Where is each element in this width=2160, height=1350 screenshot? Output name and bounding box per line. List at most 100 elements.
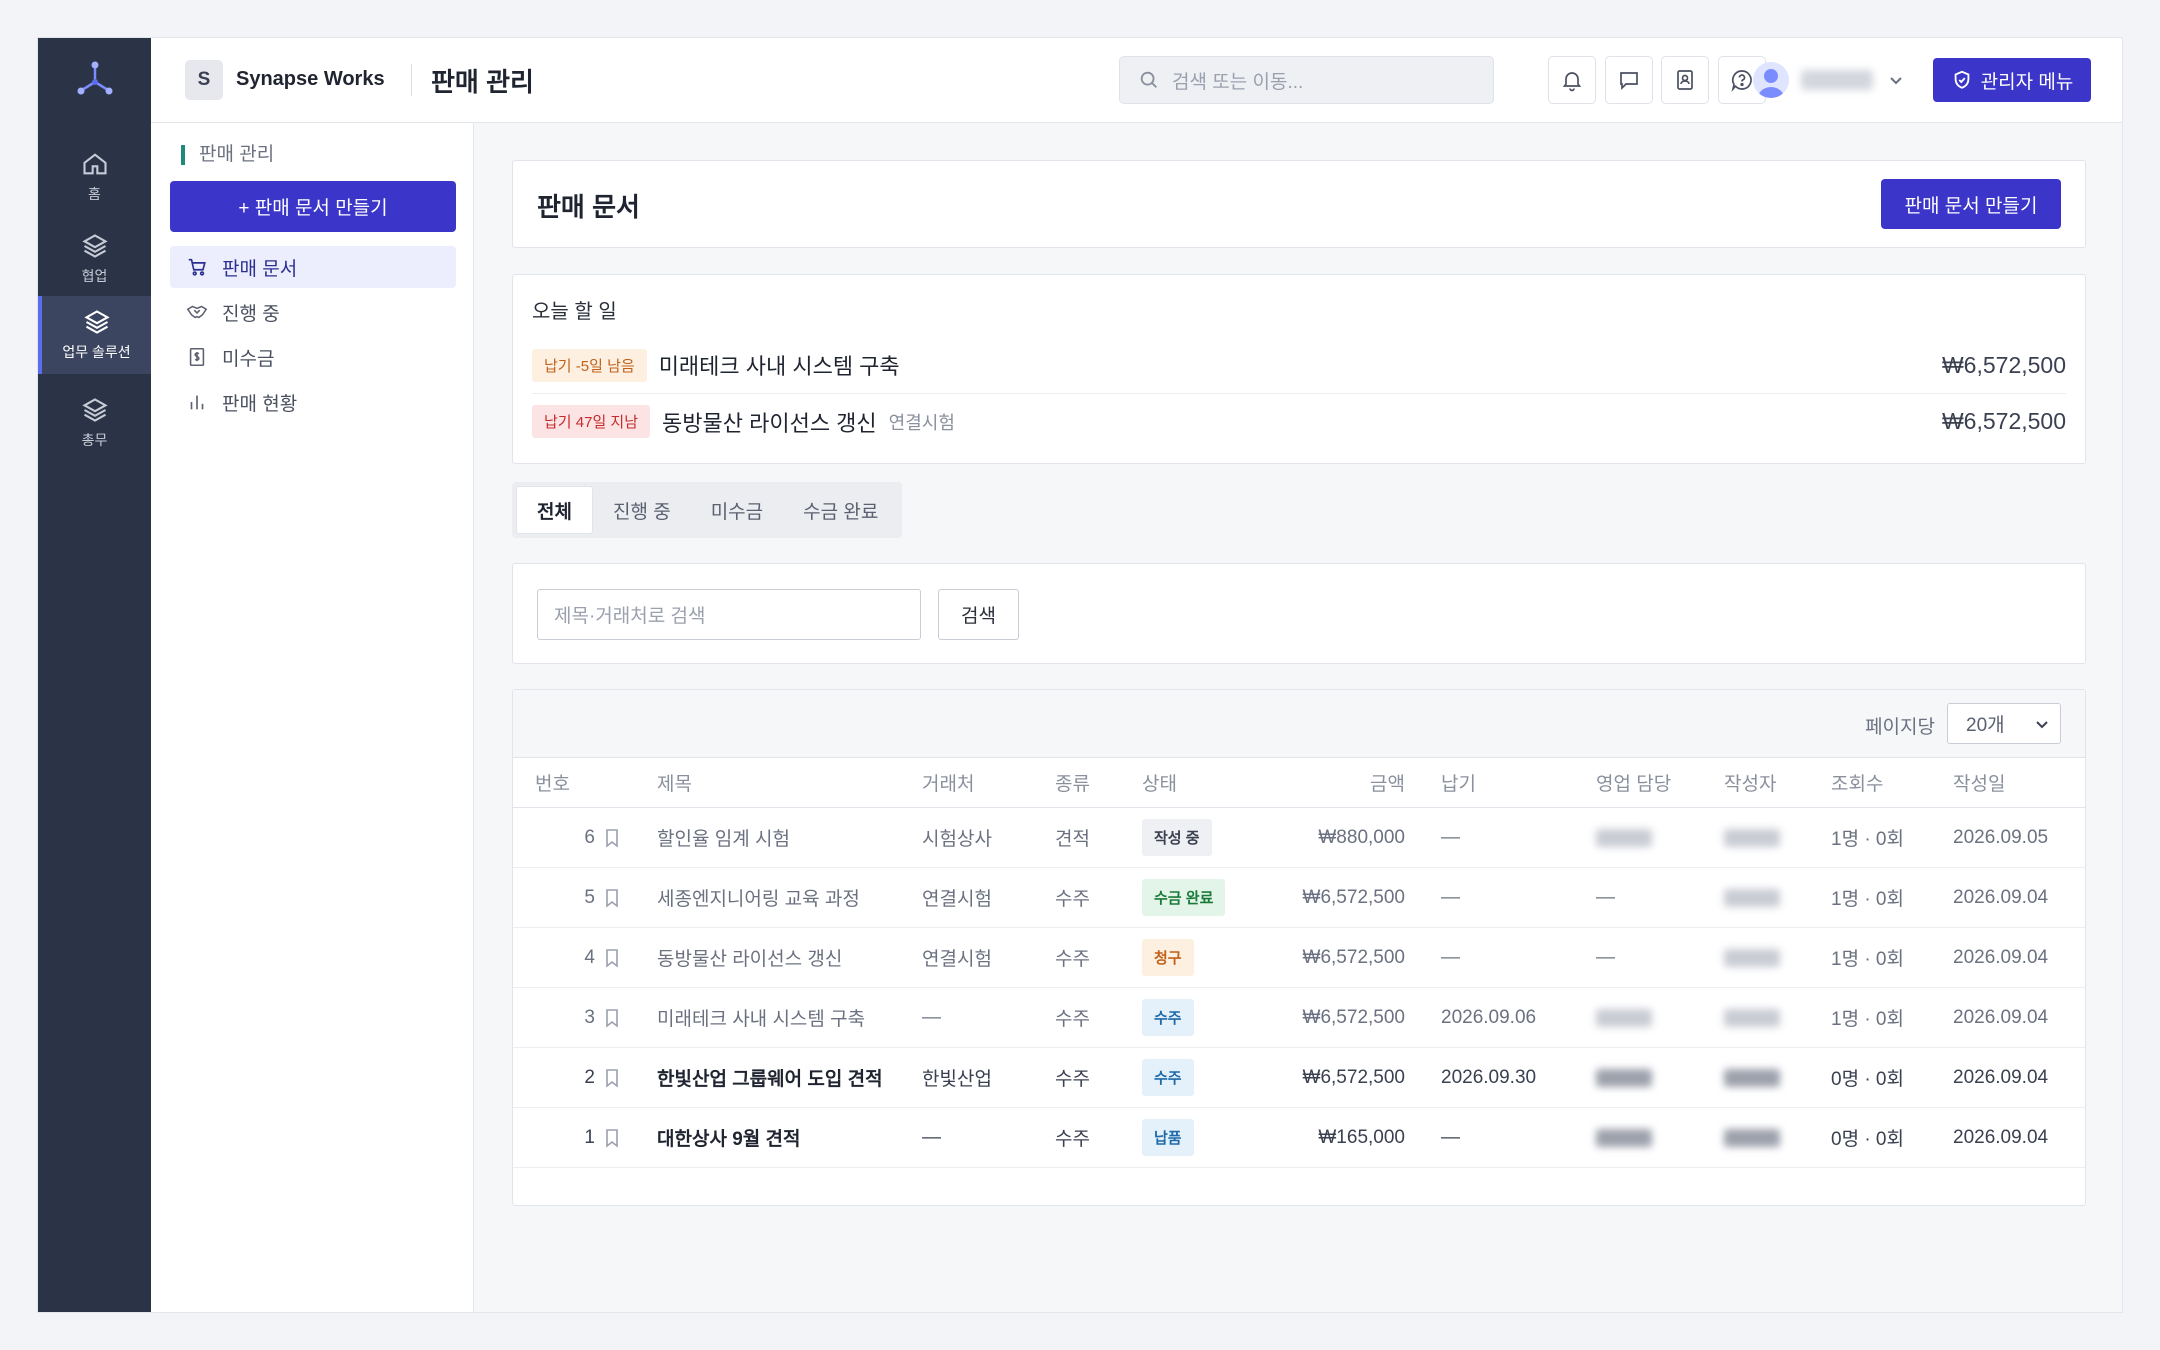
search-input[interactable]: 제목·거래처로 검색 bbox=[537, 589, 921, 640]
col-header-amount[interactable]: 금액 bbox=[1370, 758, 1405, 807]
rail-item-collab[interactable]: 협업 bbox=[38, 220, 151, 298]
col-header-no[interactable]: 번호 bbox=[535, 758, 570, 807]
bookmark-button[interactable] bbox=[603, 1048, 621, 1107]
cell-status: 수금 완료 bbox=[1142, 868, 1226, 927]
cell-due: 2026.09.30 bbox=[1441, 1066, 1537, 1088]
redacted-name bbox=[1724, 1068, 1780, 1087]
sidebar-item-label: 판매 현황 bbox=[222, 393, 298, 415]
user-avatar[interactable] bbox=[1753, 62, 1789, 98]
cell-title[interactable]: 미래테크 사내 시스템 구축 bbox=[657, 988, 865, 1047]
cell-amount: ₩165,000 bbox=[1318, 1126, 1405, 1148]
cell-sales-rep bbox=[1596, 988, 1652, 1047]
bookmark-icon bbox=[606, 828, 618, 848]
cell-client: — bbox=[922, 1126, 941, 1148]
cell-due: — bbox=[1441, 1126, 1460, 1148]
col-header-kind[interactable]: 종류 bbox=[1055, 758, 1090, 807]
tab-all[interactable]: 전체 bbox=[516, 486, 593, 534]
search-button[interactable]: 검색 bbox=[938, 589, 1019, 640]
search-card: 제목·거래처로 검색 검색 bbox=[512, 563, 2086, 664]
cell-views: 1명 · 0회 bbox=[1831, 829, 1904, 850]
per-page-select[interactable]: 20개 bbox=[1947, 703, 2061, 744]
sidebar-item-label: 판매 문서 bbox=[222, 258, 298, 280]
bookmark-icon bbox=[606, 1128, 618, 1148]
divider bbox=[411, 64, 412, 96]
sidebar-item-receivables[interactable]: 미수금 bbox=[170, 336, 456, 378]
chat-icon bbox=[1620, 72, 1638, 91]
cell-author bbox=[1724, 1048, 1780, 1107]
col-header-sales-rep[interactable]: 영업 담당 bbox=[1596, 758, 1671, 807]
col-header-title[interactable]: 제목 bbox=[657, 758, 692, 807]
status-badge: 납품 bbox=[1142, 1119, 1194, 1156]
sidebar-item-sales-status[interactable]: 판매 현황 bbox=[170, 381, 456, 423]
cell-views: 1명 · 0회 bbox=[1831, 949, 1904, 970]
user-icon bbox=[1758, 69, 1784, 98]
layers-icon bbox=[81, 234, 108, 258]
col-header-date[interactable]: 작성일 bbox=[1953, 758, 2005, 807]
col-header-author[interactable]: 작성자 bbox=[1724, 758, 1776, 807]
col-header-views[interactable]: 조회수 bbox=[1831, 758, 1883, 807]
global-search-input[interactable]: 검색 또는 이동... bbox=[1119, 56, 1494, 104]
cell-title[interactable]: 대한상사 9월 견적 bbox=[657, 1108, 801, 1167]
cell-views: 0명 · 0회 bbox=[1831, 1069, 1904, 1090]
col-header-status[interactable]: 상태 bbox=[1142, 758, 1177, 807]
tab-receivables[interactable]: 미수금 bbox=[691, 486, 783, 534]
messages-button[interactable] bbox=[1605, 56, 1653, 104]
bookmark-button[interactable] bbox=[603, 1108, 621, 1167]
section-sidebar: 판매 관리 + 판매 문서 만들기 판매 문서 진행 중 미수금 판매 현황 bbox=[151, 123, 474, 1312]
create-sales-doc-button[interactable]: 판매 문서 만들기 bbox=[1881, 179, 2061, 229]
table-row[interactable]: 5 세종엔지니어링 교육 과정 연결시험 수주 수금 완료 ₩6,572,500 — — 1명 … bbox=[513, 868, 2085, 928]
notifications-button[interactable] bbox=[1548, 56, 1596, 104]
today-task-item[interactable]: 납기 -5일 남음 미래테크 사내 시스템 구축 ₩6,572,500 bbox=[532, 337, 2066, 393]
table-toolbar: 페이지당 20개 bbox=[513, 690, 2085, 758]
rail-item-home[interactable]: 홈 bbox=[38, 138, 151, 216]
bookmark-button[interactable] bbox=[603, 988, 621, 1047]
due-badge: 납기 -5일 남음 bbox=[532, 348, 647, 382]
today-task-item[interactable]: 납기 47일 지남 동방물산 라이선스 갱신 연결시험 ₩6,572,500 bbox=[532, 393, 2066, 449]
sidebar-item-sales-docs[interactable]: 판매 문서 bbox=[170, 246, 456, 288]
cell-sales-rep bbox=[1596, 1108, 1652, 1167]
chevron-down-icon[interactable] bbox=[1886, 70, 1906, 90]
rail-item-business[interactable]: 업무 솔루션 bbox=[38, 296, 151, 374]
per-page-label: 페이지당 bbox=[1865, 717, 1935, 738]
table-row[interactable]: 1 대한상사 9월 견적 — 수주 납품 ₩165,000 — 0명 · 0회 2026.09.… bbox=[513, 1108, 2085, 1168]
table-row[interactable]: 3 미래테크 사내 시스템 구축 — 수주 수주 ₩6,572,500 2026.09.06… bbox=[513, 988, 2085, 1048]
org-name[interactable]: Synapse Works bbox=[236, 68, 385, 91]
help-icon bbox=[1731, 70, 1752, 92]
table-row[interactable]: 6 할인율 임계 시험 시험상사 견적 작성 중 ₩880,000 — 1명 · 0회 2026… bbox=[513, 808, 2085, 868]
user-name-redacted[interactable] bbox=[1801, 70, 1873, 90]
admin-menu-button[interactable]: 관리자 메뉴 bbox=[1933, 58, 2091, 102]
rail-item-label: 총무 bbox=[81, 432, 108, 448]
cell-date: 2026.09.04 bbox=[1953, 1066, 2049, 1088]
sidebar-item-in-progress[interactable]: 진행 중 bbox=[170, 291, 456, 333]
cell-amount: ₩6,572,500 bbox=[1302, 1066, 1405, 1088]
sales-docs-table: 페이지당 20개 번호 제목 거래처 종류 상태 금액 납기 영업 담당 작성자… bbox=[512, 689, 2086, 1206]
bookmark-button[interactable] bbox=[603, 868, 621, 927]
status-badge: 수주 bbox=[1142, 1059, 1194, 1096]
tab-collected[interactable]: 수금 완료 bbox=[783, 486, 898, 534]
cell-title[interactable]: 세종엔지니어링 교육 과정 bbox=[657, 868, 860, 927]
app-logo-icon[interactable] bbox=[76, 58, 114, 98]
cell-client: 연결시험 bbox=[922, 889, 992, 910]
contacts-button[interactable] bbox=[1661, 56, 1709, 104]
cell-title[interactable]: 동방물산 라이선스 갱신 bbox=[657, 928, 842, 987]
redacted-name bbox=[1724, 888, 1780, 907]
table-row[interactable]: 4 동방물산 라이선스 갱신 연결시험 수주 청구 ₩6,572,500 — — 1명 · 0회… bbox=[513, 928, 2085, 988]
tab-in-progress[interactable]: 진행 중 bbox=[593, 486, 691, 534]
rail-item-admin[interactable]: 총무 bbox=[38, 384, 151, 462]
cell-title[interactable]: 한빛산업 그룹웨어 도입 견적 bbox=[657, 1048, 883, 1107]
cart-icon bbox=[188, 258, 206, 276]
col-header-client[interactable]: 거래처 bbox=[922, 758, 974, 807]
cell-title[interactable]: 할인율 임계 시험 bbox=[657, 808, 790, 867]
cell-due: — bbox=[1441, 946, 1460, 968]
col-header-due[interactable]: 납기 bbox=[1441, 758, 1476, 807]
create-sales-doc-button[interactable]: + 판매 문서 만들기 bbox=[170, 181, 456, 232]
table-row[interactable]: 2 한빛산업 그룹웨어 도입 견적 한빛산업 수주 수주 ₩6,572,500 2026.0… bbox=[513, 1048, 2085, 1108]
bookmark-button[interactable] bbox=[603, 928, 621, 987]
cell-kind: 수주 bbox=[1055, 1129, 1090, 1150]
cell-kind: 수주 bbox=[1055, 1069, 1090, 1090]
bookmark-button[interactable] bbox=[603, 808, 621, 867]
cell-views: 1명 · 0회 bbox=[1831, 889, 1904, 910]
sidebar-item-label: 미수금 bbox=[222, 348, 275, 370]
org-avatar[interactable]: S bbox=[185, 60, 223, 100]
rail-item-label: 홈 bbox=[88, 186, 101, 202]
